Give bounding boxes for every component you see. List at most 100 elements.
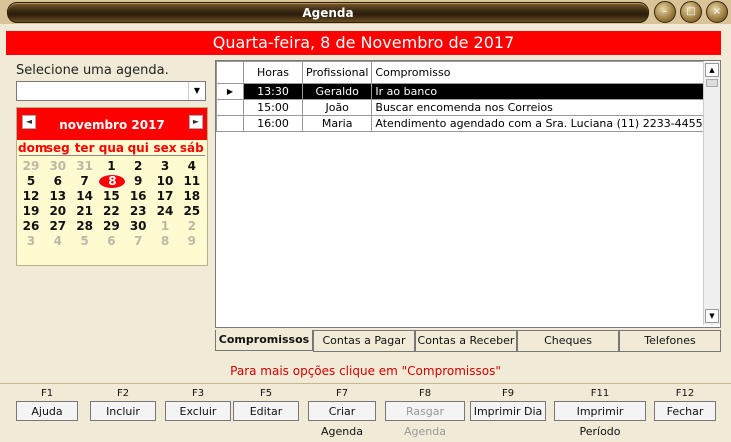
fkey-label-f5: F5 xyxy=(259,388,273,399)
cell-horas[interactable]: 15:00 xyxy=(243,99,303,116)
cell-profissional[interactable]: João xyxy=(301,99,373,116)
calendar-day[interactable]: 7 xyxy=(72,174,98,188)
calendar-day[interactable]: 13 xyxy=(45,189,71,203)
calendar-day[interactable]: 29 xyxy=(98,219,124,233)
edit-button[interactable]: Editar xyxy=(233,401,299,421)
calendar-day[interactable]: 25 xyxy=(179,204,205,218)
calendar-day[interactable]: 2 xyxy=(179,219,205,233)
title-pill: Agenda xyxy=(7,2,649,23)
next-month-icon[interactable]: ► xyxy=(189,115,203,129)
fkey-label-f1: F1 xyxy=(40,388,54,399)
scroll-up-icon[interactable]: ▲ xyxy=(705,63,719,77)
add-button[interactable]: Incluir xyxy=(90,401,156,421)
calendar-day[interactable]: 26 xyxy=(18,219,44,233)
selected-day-marker: 8 xyxy=(98,174,127,189)
calendar-day[interactable]: 4 xyxy=(179,159,205,173)
vertical-scrollbar[interactable]: ▲ ▼ xyxy=(703,61,720,325)
calendar-day[interactable]: 2 xyxy=(125,159,151,173)
calendar-day[interactable]: 9 xyxy=(125,174,151,188)
calendar-day[interactable]: 24 xyxy=(152,204,178,218)
cell-horas[interactable]: 13:30 xyxy=(243,83,303,100)
calendar-day[interactable]: 20 xyxy=(45,204,71,218)
fkey-label-f9: F9 xyxy=(501,388,515,399)
calendar-day[interactable]: 31 xyxy=(72,159,98,173)
agenda-select[interactable]: ▼ xyxy=(16,81,206,101)
calendar-day[interactable]: 5 xyxy=(72,234,98,248)
tab-contas-a-receber[interactable]: Contas a Receber xyxy=(415,330,517,352)
print-period-button[interactable]: Imprimir Período xyxy=(554,401,646,438)
calendar-day[interactable]: 9 xyxy=(179,234,205,248)
scroll-thumb[interactable] xyxy=(706,79,718,87)
calendar-day[interactable]: 17 xyxy=(152,189,178,203)
row-selector[interactable] xyxy=(216,115,244,132)
help-button[interactable]: Ajuda xyxy=(16,401,78,421)
calendar-day[interactable]: 14 xyxy=(72,189,98,203)
column-header-profissional[interactable]: Profissional xyxy=(301,61,373,84)
agenda-select-label: Selecione uma agenda. xyxy=(16,63,169,78)
table-row[interactable]: 16:00 Maria Atendimento agendado com a Sra… xyxy=(216,115,707,132)
calendar-day[interactable]: 3 xyxy=(152,159,178,173)
tab-strip: Compromissos Contas a Pagar Contas a Rec… xyxy=(215,330,721,352)
calendar-day[interactable]: 1 xyxy=(98,159,124,173)
window-title: Agenda xyxy=(302,6,354,20)
calendar-day[interactable]: 10 xyxy=(152,174,178,188)
date-header: Quarta-feira, 8 de Novembro de 2017 xyxy=(6,31,721,55)
calendar-divider xyxy=(19,155,205,156)
cell-compromisso[interactable]: Buscar encomenda nos Correios xyxy=(371,99,707,116)
calendar-day[interactable]: 30 xyxy=(45,159,71,173)
tab-telefones[interactable]: Telefones xyxy=(619,330,721,352)
calendar-day[interactable]: 19 xyxy=(18,204,44,218)
calendar-day[interactable]: 5 xyxy=(18,174,44,188)
close-button[interactable]: Fechar xyxy=(654,401,716,421)
function-key-bar: F1 Ajuda F2 Incluir F3 Excluir F5 Editar… xyxy=(0,383,731,438)
minimize-icon[interactable]: – xyxy=(654,1,676,23)
chevron-down-icon[interactable]: ▼ xyxy=(188,82,205,100)
tab-contas-a-pagar[interactable]: Contas a Pagar xyxy=(313,330,415,352)
column-header-horas[interactable]: Horas xyxy=(243,61,303,84)
calendar-day[interactable]: 3 xyxy=(18,234,44,248)
calendar-day[interactable]: 12 xyxy=(18,189,44,203)
calendar-day[interactable]: 21 xyxy=(72,204,98,218)
appointments-table: Horas Profissional Compromisso ▶ 13:30 Ger… xyxy=(216,61,707,132)
row-pointer-icon[interactable]: ▶ xyxy=(216,83,244,100)
calendar-day[interactable]: 4 xyxy=(45,234,71,248)
print-day-button[interactable]: Imprimir Dia xyxy=(470,401,546,421)
row-selector[interactable] xyxy=(216,99,244,116)
calendar-day-selected[interactable]: 8 xyxy=(98,174,127,189)
calendar-day[interactable]: 6 xyxy=(45,174,71,188)
calendar-month: novembro 2017 xyxy=(59,118,165,132)
cell-compromisso[interactable]: Ir ao banco xyxy=(371,83,707,100)
maximize-icon[interactable]: □ xyxy=(680,1,702,23)
weekday-label: sáb xyxy=(179,141,204,155)
table-row[interactable]: 15:00 João Buscar encomenda nos Correios xyxy=(216,99,707,116)
calendar-day[interactable]: 30 xyxy=(125,219,151,233)
calendar-day[interactable]: 8 xyxy=(152,234,178,248)
table-row[interactable]: ▶ 13:30 Geraldo Ir ao banco xyxy=(216,83,707,100)
calendar-day[interactable]: 6 xyxy=(98,234,124,248)
scroll-down-icon[interactable]: ▼ xyxy=(705,309,719,323)
calendar-day[interactable]: 29 xyxy=(18,159,44,173)
calendar-day[interactable]: 23 xyxy=(125,204,151,218)
cell-compromisso[interactable]: Atendimento agendado com a Sra. Luciana … xyxy=(371,115,707,132)
calendar-day[interactable]: 16 xyxy=(125,189,151,203)
delete-button[interactable]: Excluir xyxy=(165,401,231,421)
calendar-day[interactable]: 7 xyxy=(125,234,151,248)
calendar-day[interactable]: 27 xyxy=(45,219,71,233)
calendar-day[interactable]: 18 xyxy=(179,189,205,203)
calendar-day[interactable]: 28 xyxy=(72,219,98,233)
appointments-grid: Horas Profissional Compromisso ▶ 13:30 Ger… xyxy=(215,60,721,328)
calendar-day[interactable]: 11 xyxy=(179,174,205,188)
calendar-day[interactable]: 15 xyxy=(98,189,124,203)
cell-profissional[interactable]: Maria xyxy=(301,115,373,132)
cell-profissional[interactable]: Geraldo xyxy=(301,83,373,100)
cell-horas[interactable]: 16:00 xyxy=(243,115,303,132)
title-bar: Agenda – □ × xyxy=(0,0,731,24)
tab-cheques[interactable]: Cheques xyxy=(517,330,619,352)
create-agenda-button[interactable]: Criar Agenda xyxy=(308,401,376,438)
tab-compromissos[interactable]: Compromissos xyxy=(215,330,313,351)
close-icon[interactable]: × xyxy=(706,1,728,23)
calendar-day[interactable]: 22 xyxy=(98,204,124,218)
column-header-compromisso[interactable]: Compromisso xyxy=(371,61,707,84)
calendar-day[interactable]: 1 xyxy=(152,219,178,233)
weekday-label: sex xyxy=(153,141,177,155)
